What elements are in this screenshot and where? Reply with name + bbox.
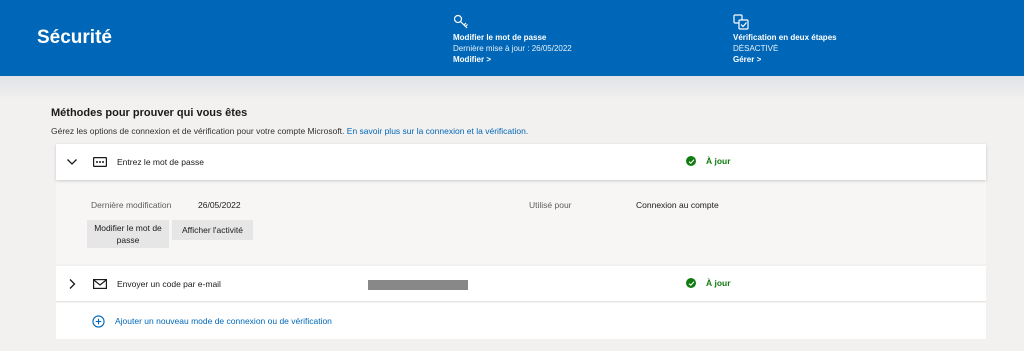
check-circle-icon [686, 278, 696, 288]
change-password-title: Modifier le mot de passe [453, 33, 547, 42]
password-last-updated: Dernière mise à jour : 26/05/2022 [453, 44, 572, 53]
add-method-link[interactable]: Ajouter un nouveau mode de connexion ou … [115, 316, 332, 326]
view-activity-button[interactable]: Afficher l'activité [172, 220, 253, 240]
status-text: À jour [706, 278, 731, 288]
used-for-label: Utilisé pour [529, 200, 572, 210]
password-dots-icon [93, 157, 107, 167]
chevron-right-icon[interactable] [66, 278, 78, 290]
last-modified-label: Dernière modification [91, 200, 172, 210]
two-step-verification-card: Vérification en deux étapes DÉSACTIVÉ Gé… [733, 14, 837, 65]
check-circle-icon [686, 156, 696, 166]
key-icon [453, 14, 468, 29]
manage-two-step-link[interactable]: Gérer > [733, 54, 837, 65]
method-label: Entrez le mot de passe [117, 157, 204, 167]
change-password-button[interactable]: Modifier le mot de passe [87, 220, 169, 248]
status-text: À jour [706, 156, 731, 166]
last-modified-value: 26/05/2022 [198, 200, 241, 210]
page-title: Sécurité [37, 27, 112, 48]
change-password-card: Modifier le mot de passe Dernière mise à… [453, 14, 572, 65]
redacted-email [368, 280, 468, 290]
add-method-row[interactable]: Ajouter un nouveau mode de connexion ou … [56, 303, 986, 339]
section-title: Méthodes pour prouver qui vous êtes [51, 107, 248, 119]
mail-icon [93, 279, 107, 290]
two-step-status: DÉSACTIVÉ [733, 44, 779, 53]
add-circle-icon[interactable] [92, 315, 105, 328]
section-description-text: Gérez les options de connexion et de vér… [51, 126, 345, 136]
section-description: Gérez les options de connexion et de vér… [51, 126, 528, 136]
learn-more-link[interactable]: En savoir plus sur la connexion et la vé… [347, 126, 528, 136]
method-row-email[interactable]: Envoyer un code par e-mail À jour [56, 266, 986, 302]
method-row-password[interactable]: Entrez le mot de passe À jour [56, 144, 986, 180]
password-details-panel: Dernière modification 26/05/2022 Utilisé… [56, 180, 986, 264]
security-banner: Sécurité Modifier le mot de passe Derniè… [0, 0, 1024, 76]
method-label: Envoyer un code par e-mail [117, 279, 221, 289]
two-step-verification-icon [733, 14, 749, 30]
chevron-down-icon[interactable] [66, 156, 78, 168]
change-password-link[interactable]: Modifier > [453, 54, 572, 65]
status-badge: À jour [686, 156, 731, 166]
two-step-title: Vérification en deux étapes [733, 33, 837, 42]
banner-shadow [0, 76, 1024, 100]
used-for-value: Connexion au compte [636, 200, 719, 210]
status-badge: À jour [686, 278, 731, 288]
